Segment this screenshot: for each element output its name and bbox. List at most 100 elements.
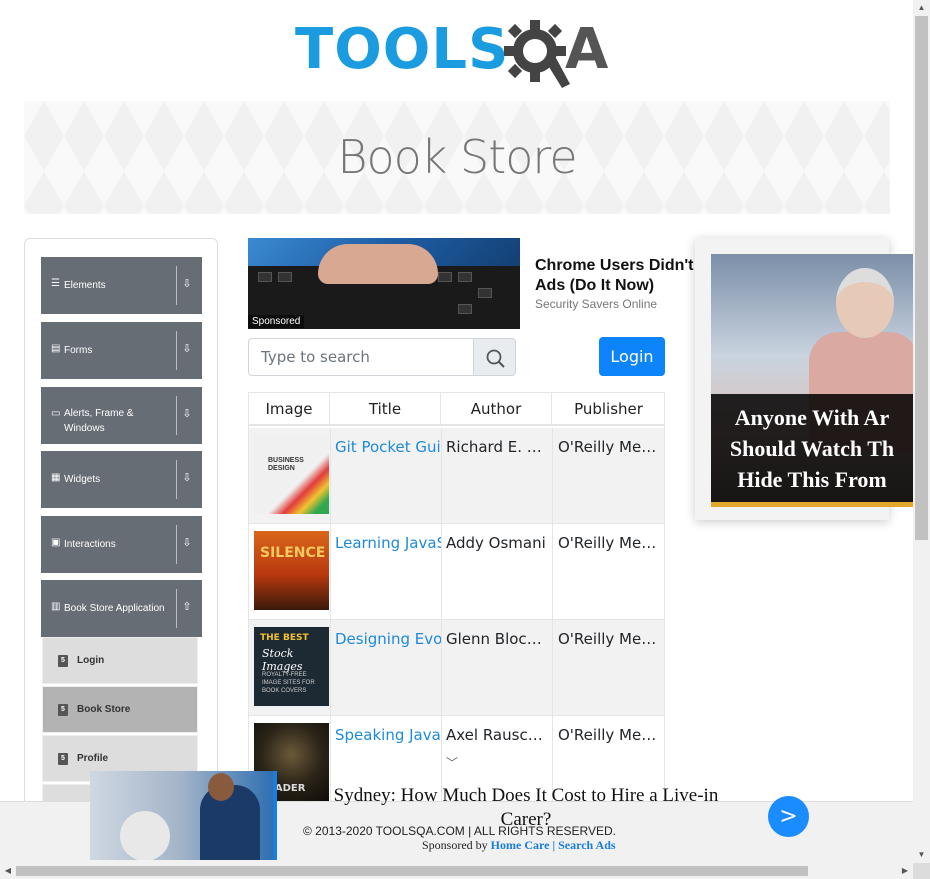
book-author: Richard E. Silverman <box>446 438 550 456</box>
divider <box>176 396 177 435</box>
book-author: Axel Rauschmayer <box>446 726 550 744</box>
list-icon: ☰ <box>51 278 60 289</box>
window-icon: ▭ <box>51 408 61 419</box>
ad-accent-bar <box>711 502 913 507</box>
person-head-image <box>836 268 894 338</box>
vertical-scrollbar[interactable]: ▲ ▼ <box>913 0 930 863</box>
download-arrow-icon: ⇩ <box>182 537 192 549</box>
key <box>478 288 492 298</box>
sidebar-group-label: Alerts, Frame & Windows <box>64 408 134 434</box>
ad-caption-line: Hide This From <box>737 467 887 492</box>
scroll-down-icon[interactable]: ▼ <box>913 847 930 863</box>
key <box>438 272 452 282</box>
carer-head-image <box>208 773 234 801</box>
html5-icon: 5 <box>58 753 68 765</box>
sidebar-item-login[interactable]: 5 Login <box>42 637 198 684</box>
cover-text: THE BEST <box>260 633 309 643</box>
sidebar-group-forms[interactable]: ▤ Forms ⇩ <box>41 322 202 379</box>
table-row: SILENCE Learning JavaScript Design Patte… <box>249 524 664 620</box>
download-arrow-icon: ⇩ <box>182 472 192 484</box>
search-button[interactable] <box>473 338 516 376</box>
sponsor-separator: | <box>552 838 556 852</box>
book-title-link[interactable]: Speaking JavaScript <box>335 724 441 746</box>
column-header-author[interactable]: Author <box>441 393 552 426</box>
ad-caption-line: Anyone With Ar <box>734 405 890 430</box>
sidebar-item-book-store[interactable]: 5 Book Store <box>42 686 198 733</box>
login-button[interactable]: Login <box>599 337 665 376</box>
divider <box>176 525 177 564</box>
key <box>458 272 472 282</box>
book-publisher: O'Reilly Media <box>558 630 662 648</box>
search-ads-link[interactable]: Search Ads <box>558 838 615 852</box>
sidebar-group-label: Forms <box>64 345 93 356</box>
divider <box>176 331 177 370</box>
logo-text-a: A <box>565 17 609 82</box>
sponsored-label: Sponsored <box>248 315 305 328</box>
book-author: Addy Osmani <box>446 534 546 552</box>
scrollbar-thumb[interactable] <box>915 16 928 540</box>
sidebar-group-widgets[interactable]: ▦ Widgets ⇩ <box>41 451 202 508</box>
bottom-ad-image[interactable] <box>90 771 277 860</box>
books-table: Image Title Author Publisher BUSINESS DES… <box>248 392 665 812</box>
ad-caption-line: Should Watch Th <box>729 436 895 461</box>
scroll-right-icon[interactable]: ▶ <box>897 863 913 879</box>
book-icon: ▥ <box>51 601 61 612</box>
home-care-link[interactable]: Home Care <box>491 838 550 852</box>
divider <box>176 460 177 499</box>
sidebar-group-alerts[interactable]: ▭ Alerts, Frame & Windows ⇩ <box>41 387 202 444</box>
sidebar: ☰ Elements ⇩ ▤ Forms ⇩ ▭ Alerts, Frame &… <box>24 238 218 838</box>
book-cover-image: THE BEST Stock Images ROYALTY-FREE IMAGE … <box>254 627 329 706</box>
search-input[interactable] <box>248 338 474 376</box>
book-cover-image: SILENCE <box>254 531 329 610</box>
chevron-down-icon: ﹀ <box>446 756 459 770</box>
column-divider <box>330 428 331 811</box>
scroll-up-icon[interactable]: ▲ <box>913 0 930 16</box>
download-arrow-icon: ⇩ <box>182 343 192 355</box>
book-cover-image: BUSINESS DESIGN <box>254 435 329 514</box>
table-row: BUSINESSDESIGN Git Pocket Guide Richard … <box>249 428 664 524</box>
toolsqa-logo[interactable]: TOOLS A <box>295 16 625 92</box>
book-publisher: O'Reilly Media <box>558 534 662 552</box>
scrollbar-corner <box>913 863 930 879</box>
sidebar-group-label: Book Store Application <box>64 603 165 614</box>
right-ad-caption[interactable]: Anyone With Ar Should Watch Th Hide This… <box>711 402 913 495</box>
widgets-icon: ▦ <box>51 472 61 483</box>
ad-title[interactable]: Chrome Users Didn't Ads (Do It Now) <box>535 256 715 296</box>
horizontal-scrollbar[interactable]: ◀ ▶ <box>0 863 913 879</box>
patient-image <box>120 811 170 860</box>
upload-arrow-icon: ⇧ <box>182 601 192 613</box>
bottom-ad-title[interactable]: Sydney: How Much Does It Cost to Hire a … <box>316 784 736 832</box>
cover-text: Stock Images <box>262 647 303 673</box>
html5-icon: 5 <box>58 704 68 716</box>
next-arrow-button[interactable]: > <box>768 796 809 837</box>
scroll-left-icon[interactable]: ◀ <box>0 863 16 879</box>
book-title-link[interactable]: Learning JavaScript Design Patterns <box>335 532 441 554</box>
column-header-publisher[interactable]: Publisher <box>552 393 664 426</box>
sidebar-item-label: Profile <box>77 753 109 764</box>
column-header-title[interactable]: Title <box>330 393 441 426</box>
download-arrow-icon: ⇩ <box>182 408 192 420</box>
ad-source: Security Savers Online <box>535 297 658 311</box>
bottom-ad-sponsor: Sponsored by Home Care | Search Ads <box>422 838 616 853</box>
cover-text: ROYALTY-FREE IMAGE SITES FOR BOOK COVERS <box>262 672 315 694</box>
divider <box>176 266 177 305</box>
book-author: Glenn Block et al. <box>446 630 550 648</box>
sponsor-prefix: Sponsored by <box>422 838 488 852</box>
column-divider <box>441 428 442 811</box>
cover-text: SILENCE <box>260 545 326 561</box>
book-title-link[interactable]: Git Pocket Guide <box>335 436 441 458</box>
book-title-link[interactable]: Designing Evolvable Web APIs with ASP.NE… <box>335 628 441 650</box>
download-arrow-icon: ⇩ <box>182 278 192 290</box>
key <box>258 272 272 282</box>
sidebar-group-interactions[interactable]: ▣ Interactions ⇩ <box>41 516 202 573</box>
column-header-image[interactable]: Image <box>249 393 330 426</box>
sidebar-group-label: Widgets <box>64 474 101 485</box>
scrollbar-thumb[interactable] <box>16 866 808 876</box>
page-title: Book Store <box>337 130 577 184</box>
key <box>278 272 292 282</box>
sidebar-group-elements[interactable]: ☰ Elements ⇩ <box>41 257 202 314</box>
html5-icon: 5 <box>58 655 68 667</box>
form-icon: ▤ <box>51 343 61 354</box>
divider <box>176 589 177 628</box>
sidebar-group-book-store-application[interactable]: ▥ Book Store Application ⇧ <box>41 580 202 637</box>
